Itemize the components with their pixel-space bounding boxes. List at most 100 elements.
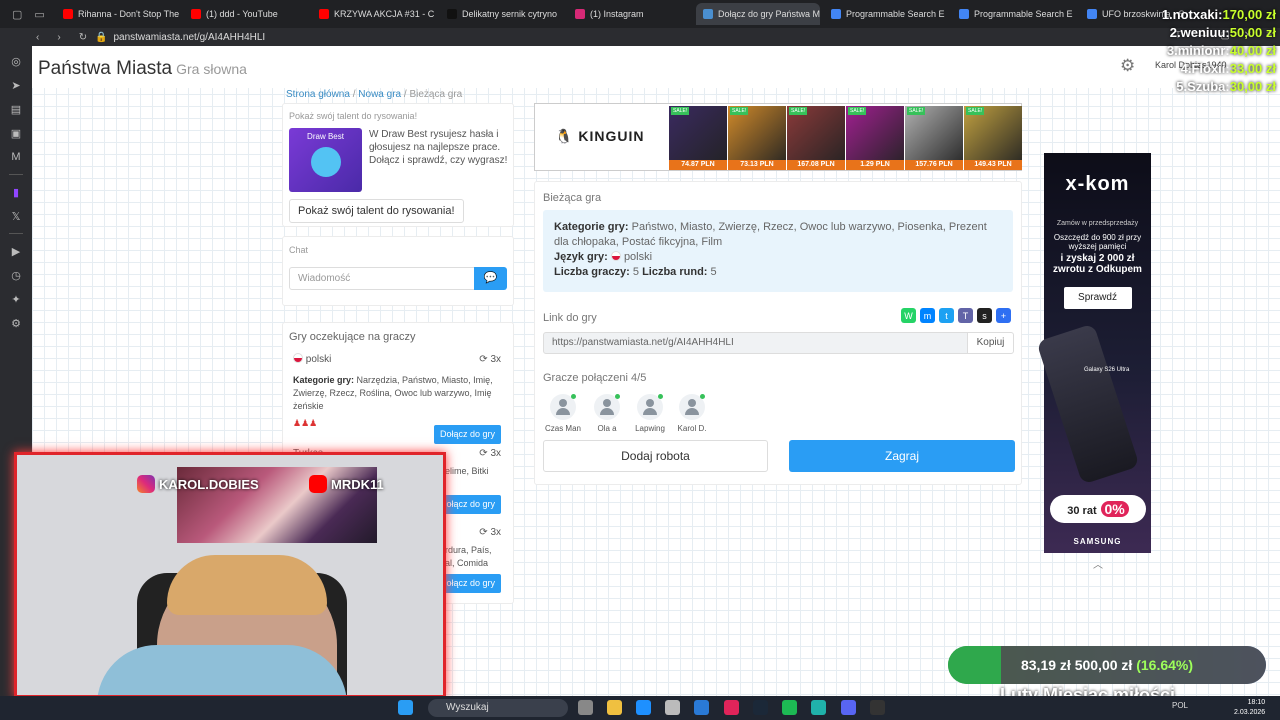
twitch-icon[interactable]: ▮	[9, 185, 23, 199]
back-icon[interactable]: ‹	[36, 32, 39, 43]
browser-tab[interactable]: KRZYWA AKCJA #31 - C	[312, 3, 436, 25]
browser-tab[interactable]: Programmable Search E	[952, 3, 1076, 25]
game-deal[interactable]: SALE! 167.08 PLN	[787, 106, 845, 170]
promo-button[interactable]: Pokaż swój talent do rysowania!	[289, 199, 464, 223]
tab-groups-icon[interactable]: ▢	[12, 8, 22, 21]
site-logo[interactable]: Państwa Miasta Gra słowna	[38, 58, 247, 80]
send-icon[interactable]: ➤	[9, 78, 23, 92]
spotify-icon[interactable]	[782, 700, 797, 715]
url-field[interactable]: panstwamiasta.net/g/AI4AHH4HLI	[113, 32, 265, 43]
snapchat-icon[interactable]: s	[977, 308, 992, 323]
opera-gx-icon[interactable]	[724, 700, 739, 715]
twitter-icon[interactable]: t	[939, 308, 954, 323]
deal-price: 1.29 PLN	[846, 160, 904, 170]
system-clock[interactable]: 18:10 2.03.2026	[1234, 698, 1265, 718]
connected-players-label: Gracze połączeni 4/5	[543, 372, 647, 384]
browser-tab[interactable]: Delikatny sernik cytryno	[440, 3, 564, 25]
online-status	[615, 394, 620, 399]
game-deal[interactable]: SALE! 1.29 PLN	[846, 106, 904, 170]
game-deal[interactable]: SALE! 157.76 PLN	[905, 106, 963, 170]
image-icon[interactable]: ▣	[9, 126, 23, 140]
avatar	[679, 394, 705, 420]
history-icon[interactable]: ◷	[9, 268, 23, 282]
rounds-count: 3x	[490, 527, 501, 538]
game-link-field[interactable]: https://panstwamiasta.net/g/AI4AHH4HLI	[543, 332, 968, 354]
lobby-game-categories: elime, Bitki	[445, 466, 489, 476]
chat-send-button[interactable]: 💬	[474, 267, 507, 290]
steam-icon[interactable]	[753, 700, 768, 715]
add-bot-button[interactable]: Dodaj robota	[543, 440, 768, 472]
browser-tab[interactable]: Programmable Search E	[824, 3, 948, 25]
breadcrumb-home[interactable]: Strona główna	[286, 89, 350, 100]
mail-app-icon[interactable]	[694, 700, 709, 715]
tab-title: (1) Instagram	[590, 9, 644, 19]
tab-favicon-icon	[191, 9, 201, 19]
play-icon[interactable]: ▶	[9, 244, 23, 258]
logo-text: Państwa Miasta	[38, 58, 173, 79]
browser-tab[interactable]: (1) Instagram	[568, 3, 692, 25]
lobby-game-categories: rdura, País, al, Comida	[445, 545, 492, 568]
edge-icon[interactable]	[636, 700, 651, 715]
browser-tab[interactable]: Dołącz do gry Państwa M	[696, 3, 820, 25]
browser-tab[interactable]: (1) ddd - YouTube	[184, 3, 308, 25]
ranking-row: 2.weniuu:50,00 zł	[1136, 24, 1276, 42]
xbox-icon[interactable]	[811, 700, 826, 715]
browser-tab[interactable]: Rihanna - Don't Stop The	[56, 3, 180, 25]
share-more-icon[interactable]: +	[996, 308, 1011, 323]
zero-percent: 0%	[1100, 501, 1129, 517]
file-explorer-icon[interactable]	[607, 700, 622, 715]
donor-amount: 50,00 zł	[1229, 25, 1276, 40]
tab-favicon-icon	[1087, 9, 1097, 19]
xkom-ad[interactable]: x-kom Zamów w przedsprzedaży Oszczędź do…	[1036, 153, 1151, 553]
lobby-title: Gry oczekujące na graczy	[289, 331, 416, 343]
tab-search-icon[interactable]: ▭	[34, 8, 44, 21]
xkom-check-button[interactable]: Sprawdź	[1063, 287, 1132, 309]
rounds-count: 3x	[490, 354, 501, 365]
player-slot: Karol D.	[672, 394, 712, 433]
extensions-icon[interactable]: ✦	[9, 292, 23, 306]
logo-tagline: Gra słowna	[176, 61, 247, 77]
play-button[interactable]: Zagraj	[789, 440, 1015, 472]
streamer-hoodie	[97, 645, 347, 695]
join-game-button[interactable]: Dołącz do gry	[433, 425, 501, 444]
kinguin-ad[interactable]: 🐧 KINGUIN SALE! 74.87 PLN SALE! 73.13 PLN SA…	[534, 103, 1022, 171]
teams-icon[interactable]: T	[958, 308, 973, 323]
tab-list: Rihanna - Don't Stop The (1) ddd - YouTub…	[56, 3, 1204, 25]
messenger-icon[interactable]: m	[920, 308, 935, 323]
discord-icon[interactable]	[841, 700, 856, 715]
store-icon[interactable]	[665, 700, 680, 715]
game-deal[interactable]: SALE! 149.43 PLN	[964, 106, 1022, 170]
reload-icon[interactable]: ↻	[79, 32, 87, 43]
chevron-up-icon[interactable]: ︿	[1090, 556, 1106, 571]
draw-best-image[interactable]: Draw Best	[289, 128, 362, 192]
wallet-icon[interactable]: ▤	[9, 102, 23, 116]
copy-link-button[interactable]: Kopiuj	[967, 332, 1014, 354]
settings-gear-icon[interactable]: ⚙	[1120, 56, 1135, 76]
donor-name: 5.Szuba:	[1176, 79, 1230, 94]
instagram-handle: KAROL.DOBIES	[137, 475, 259, 493]
chat-input[interactable]: Wiadomość	[289, 267, 475, 290]
lobby-game-rounds: ⟳ 3x	[479, 527, 501, 538]
goal-text: 83,19 zł 500,00 zł (16.64%)	[948, 646, 1266, 684]
language-indicator[interactable]: POL	[1172, 701, 1188, 710]
mail-icon[interactable]: M	[9, 150, 23, 164]
taskbar-search[interactable]: Wyszukaj	[428, 699, 568, 717]
deal-price: 157.76 PLN	[905, 160, 963, 170]
goal-target: 500,00 zł	[1074, 657, 1133, 673]
windows-start-icon[interactable]	[398, 700, 413, 715]
breadcrumb-new-game[interactable]: Nowa gra	[358, 89, 401, 100]
forward-icon[interactable]: ›	[57, 32, 60, 43]
task-view-icon[interactable]	[578, 700, 593, 715]
tab-favicon-icon	[831, 9, 841, 19]
game-deal[interactable]: SALE! 73.13 PLN	[728, 106, 786, 170]
installments-badge: 30 rat 0%	[1050, 495, 1146, 523]
whatsapp-icon[interactable]: W	[901, 308, 916, 323]
settings-icon[interactable]: ⚙	[9, 316, 23, 330]
ai-icon[interactable]: ◎	[9, 54, 23, 68]
clock-time: 18:10	[1247, 699, 1266, 706]
instagram-icon	[137, 475, 155, 493]
epic-games-icon[interactable]	[870, 700, 885, 715]
x-icon[interactable]: 𝕏	[9, 209, 23, 223]
game-deal[interactable]: SALE! 74.87 PLN	[669, 106, 727, 170]
tab-favicon-icon	[575, 9, 585, 19]
